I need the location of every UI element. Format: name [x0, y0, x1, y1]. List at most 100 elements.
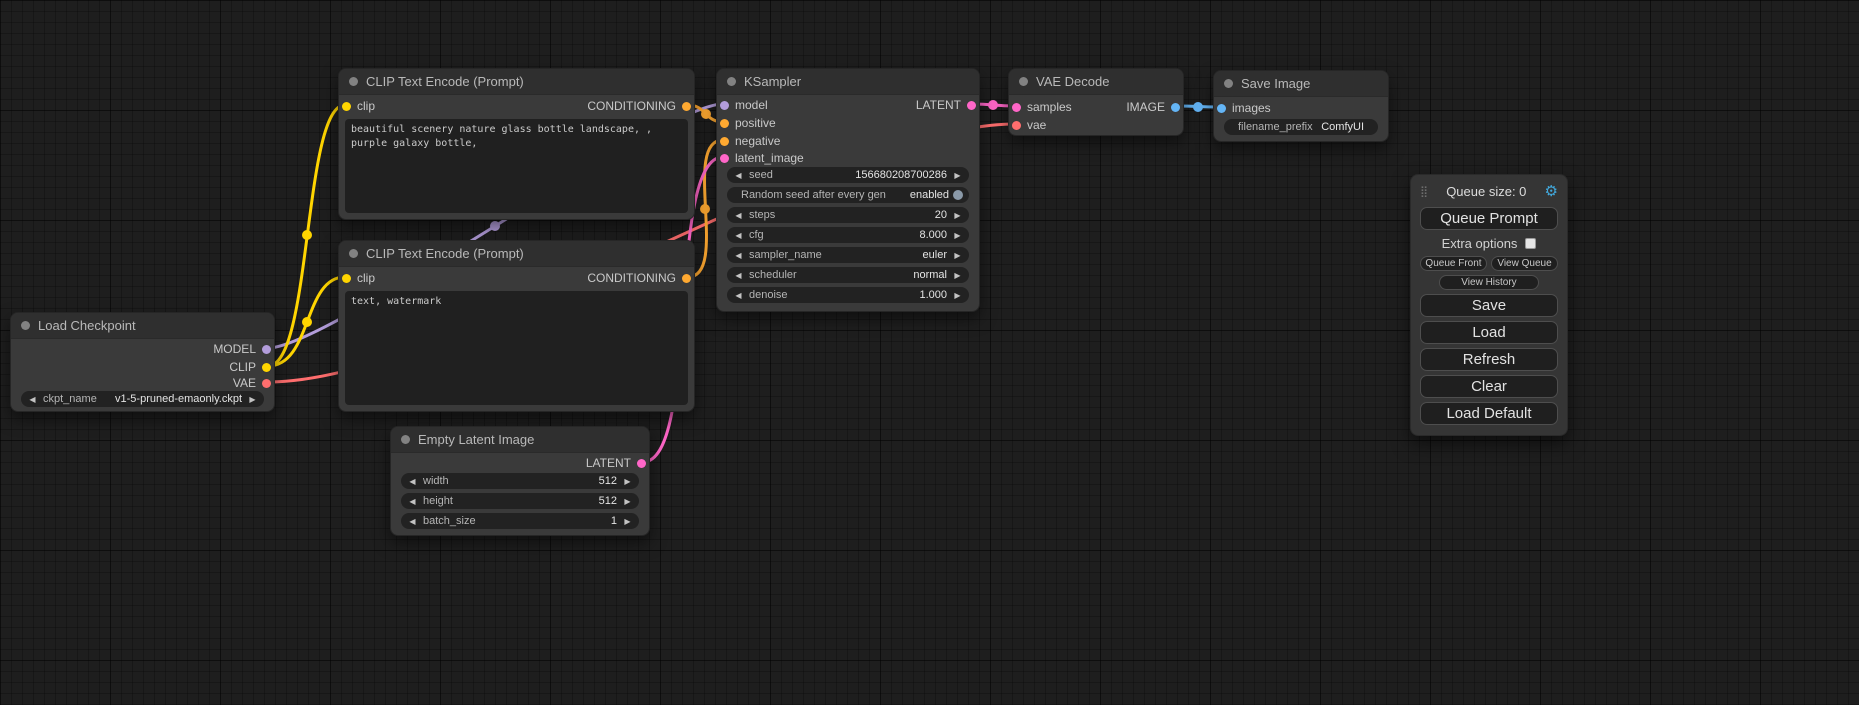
width-widget[interactable]: ◀ width 512 ▶: [401, 473, 639, 489]
queue-menu-panel[interactable]: ⣿ Queue size: 0 ⚙ Queue Prompt Extra opt…: [1410, 174, 1568, 436]
batch-size-widget[interactable]: ◀ batch_size 1 ▶: [401, 513, 639, 529]
vae-slot-dot[interactable]: [262, 379, 271, 388]
node-load-checkpoint[interactable]: Load Checkpoint MODEL CLIP VAE ◀ ckpt_na…: [10, 312, 275, 412]
collapse-dot-icon[interactable]: [401, 435, 410, 444]
output-slot-latent[interactable]: LATENT: [586, 455, 646, 471]
node-clip-text-encode-negative[interactable]: CLIP Text Encode (Prompt) clip CONDITION…: [338, 240, 695, 412]
collapse-dot-icon[interactable]: [727, 77, 736, 86]
input-slot-samples[interactable]: samples: [1012, 99, 1072, 115]
collapse-dot-icon[interactable]: [1224, 79, 1233, 88]
vae-slot-dot[interactable]: [1012, 121, 1021, 130]
node-title-bar[interactable]: Empty Latent Image: [391, 427, 649, 453]
input-slot-images[interactable]: images: [1217, 100, 1271, 116]
collapse-dot-icon[interactable]: [21, 321, 30, 330]
node-title-bar[interactable]: KSampler: [717, 69, 979, 95]
conditioning-slot-dot[interactable]: [682, 102, 691, 111]
input-slot-clip[interactable]: clip: [342, 270, 375, 286]
latent-slot-dot[interactable]: [637, 459, 646, 468]
output-slot-conditioning[interactable]: CONDITIONING: [587, 98, 691, 114]
node-title-bar[interactable]: CLIP Text Encode (Prompt): [339, 241, 694, 267]
random-seed-toggle-widget[interactable]: Random seed after every gen enabled: [727, 187, 969, 203]
node-title-bar[interactable]: Load Checkpoint: [11, 313, 274, 339]
settings-gear-icon[interactable]: ⚙: [1545, 184, 1558, 199]
collapse-dot-icon[interactable]: [1019, 77, 1028, 86]
node-title-bar[interactable]: CLIP Text Encode (Prompt): [339, 69, 694, 95]
node-ksampler[interactable]: KSampler model positive negative latent_…: [716, 68, 980, 312]
queue-front-button[interactable]: Queue Front: [1420, 256, 1487, 271]
clip-slot-dot[interactable]: [342, 102, 351, 111]
height-widget[interactable]: ◀ height 512 ▶: [401, 493, 639, 509]
arrow-left-icon[interactable]: ◀: [732, 211, 745, 220]
arrow-left-icon[interactable]: ◀: [732, 291, 745, 300]
node-title-bar[interactable]: Save Image: [1214, 71, 1388, 97]
arrow-right-icon[interactable]: ▶: [951, 271, 964, 280]
output-slot-image[interactable]: IMAGE: [1126, 99, 1180, 115]
arrow-left-icon[interactable]: ◀: [732, 171, 745, 180]
filename-prefix-widget[interactable]: filename_prefix ComfyUI: [1224, 119, 1378, 135]
view-queue-button[interactable]: View Queue: [1491, 256, 1558, 271]
node-empty-latent-image[interactable]: Empty Latent Image LATENT ◀ width 512 ▶ …: [390, 426, 650, 536]
latent-slot-dot[interactable]: [1012, 103, 1021, 112]
clip-slot-dot[interactable]: [342, 274, 351, 283]
input-slot-latent-image[interactable]: latent_image: [720, 150, 804, 166]
output-slot-model[interactable]: MODEL: [213, 341, 271, 357]
model-slot-dot[interactable]: [720, 101, 729, 110]
output-slot-latent[interactable]: LATENT: [916, 97, 976, 113]
input-slot-clip[interactable]: clip: [342, 98, 375, 114]
cfg-widget[interactable]: ◀ cfg 8.000 ▶: [727, 227, 969, 243]
latent-slot-dot[interactable]: [720, 154, 729, 163]
arrow-right-icon[interactable]: ▶: [621, 517, 634, 526]
output-slot-clip[interactable]: CLIP: [229, 359, 271, 375]
clip-slot-dot[interactable]: [262, 363, 271, 372]
image-slot-dot[interactable]: [1217, 104, 1226, 113]
input-slot-negative[interactable]: negative: [720, 133, 780, 149]
arrow-right-icon[interactable]: ▶: [621, 497, 634, 506]
node-vae-decode[interactable]: VAE Decode samples vae IMAGE: [1008, 68, 1184, 136]
collapse-dot-icon[interactable]: [349, 249, 358, 258]
model-slot-dot[interactable]: [262, 345, 271, 354]
latent-slot-dot[interactable]: [967, 101, 976, 110]
image-slot-dot[interactable]: [1171, 103, 1180, 112]
input-slot-model[interactable]: model: [720, 97, 768, 113]
toggle-dot-icon[interactable]: [953, 190, 963, 200]
collapse-dot-icon[interactable]: [349, 77, 358, 86]
scheduler-widget[interactable]: ◀ scheduler normal ▶: [727, 267, 969, 283]
output-slot-vae[interactable]: VAE: [233, 375, 271, 391]
drag-handle-icon[interactable]: ⣿: [1420, 185, 1428, 198]
arrow-left-icon[interactable]: ◀: [732, 251, 745, 260]
arrow-right-icon[interactable]: ▶: [621, 477, 634, 486]
arrow-left-icon[interactable]: ◀: [406, 477, 419, 486]
arrow-right-icon[interactable]: ▶: [951, 291, 964, 300]
arrow-right-icon[interactable]: ▶: [951, 211, 964, 220]
save-button[interactable]: Save: [1420, 294, 1558, 317]
node-clip-text-encode-positive[interactable]: CLIP Text Encode (Prompt) clip CONDITION…: [338, 68, 695, 220]
conditioning-slot-dot[interactable]: [682, 274, 691, 283]
arrow-left-icon[interactable]: ◀: [732, 271, 745, 280]
clear-button[interactable]: Clear: [1420, 375, 1558, 398]
arrow-right-icon[interactable]: ▶: [951, 231, 964, 240]
queue-prompt-button[interactable]: Queue Prompt: [1420, 207, 1558, 230]
arrow-right-icon[interactable]: ▶: [951, 171, 964, 180]
node-title-bar[interactable]: VAE Decode: [1009, 69, 1183, 95]
arrow-left-icon[interactable]: ◀: [26, 395, 39, 404]
arrow-right-icon[interactable]: ▶: [246, 395, 259, 404]
load-button[interactable]: Load: [1420, 321, 1558, 344]
negative-prompt-textarea[interactable]: text, watermark: [345, 291, 688, 405]
denoise-widget[interactable]: ◀ denoise 1.000 ▶: [727, 287, 969, 303]
input-slot-positive[interactable]: positive: [720, 115, 776, 131]
seed-widget[interactable]: ◀ seed 156680208700286 ▶: [727, 167, 969, 183]
arrow-left-icon[interactable]: ◀: [406, 517, 419, 526]
conditioning-slot-dot[interactable]: [720, 137, 729, 146]
view-history-button[interactable]: View History: [1439, 275, 1538, 290]
arrow-right-icon[interactable]: ▶: [951, 251, 964, 260]
ckpt-name-widget[interactable]: ◀ ckpt_name v1-5-pruned-emaonly.ckpt ▶: [21, 391, 264, 407]
output-slot-conditioning[interactable]: CONDITIONING: [587, 270, 691, 286]
node-save-image[interactable]: Save Image images filename_prefix ComfyU…: [1213, 70, 1389, 142]
sampler-name-widget[interactable]: ◀ sampler_name euler ▶: [727, 247, 969, 263]
arrow-left-icon[interactable]: ◀: [732, 231, 745, 240]
node-graph-canvas[interactable]: Load Checkpoint MODEL CLIP VAE ◀ ckpt_na…: [0, 0, 1859, 705]
input-slot-vae[interactable]: vae: [1012, 117, 1046, 133]
extra-options-checkbox[interactable]: [1525, 238, 1536, 249]
load-default-button[interactable]: Load Default: [1420, 402, 1558, 425]
refresh-button[interactable]: Refresh: [1420, 348, 1558, 371]
